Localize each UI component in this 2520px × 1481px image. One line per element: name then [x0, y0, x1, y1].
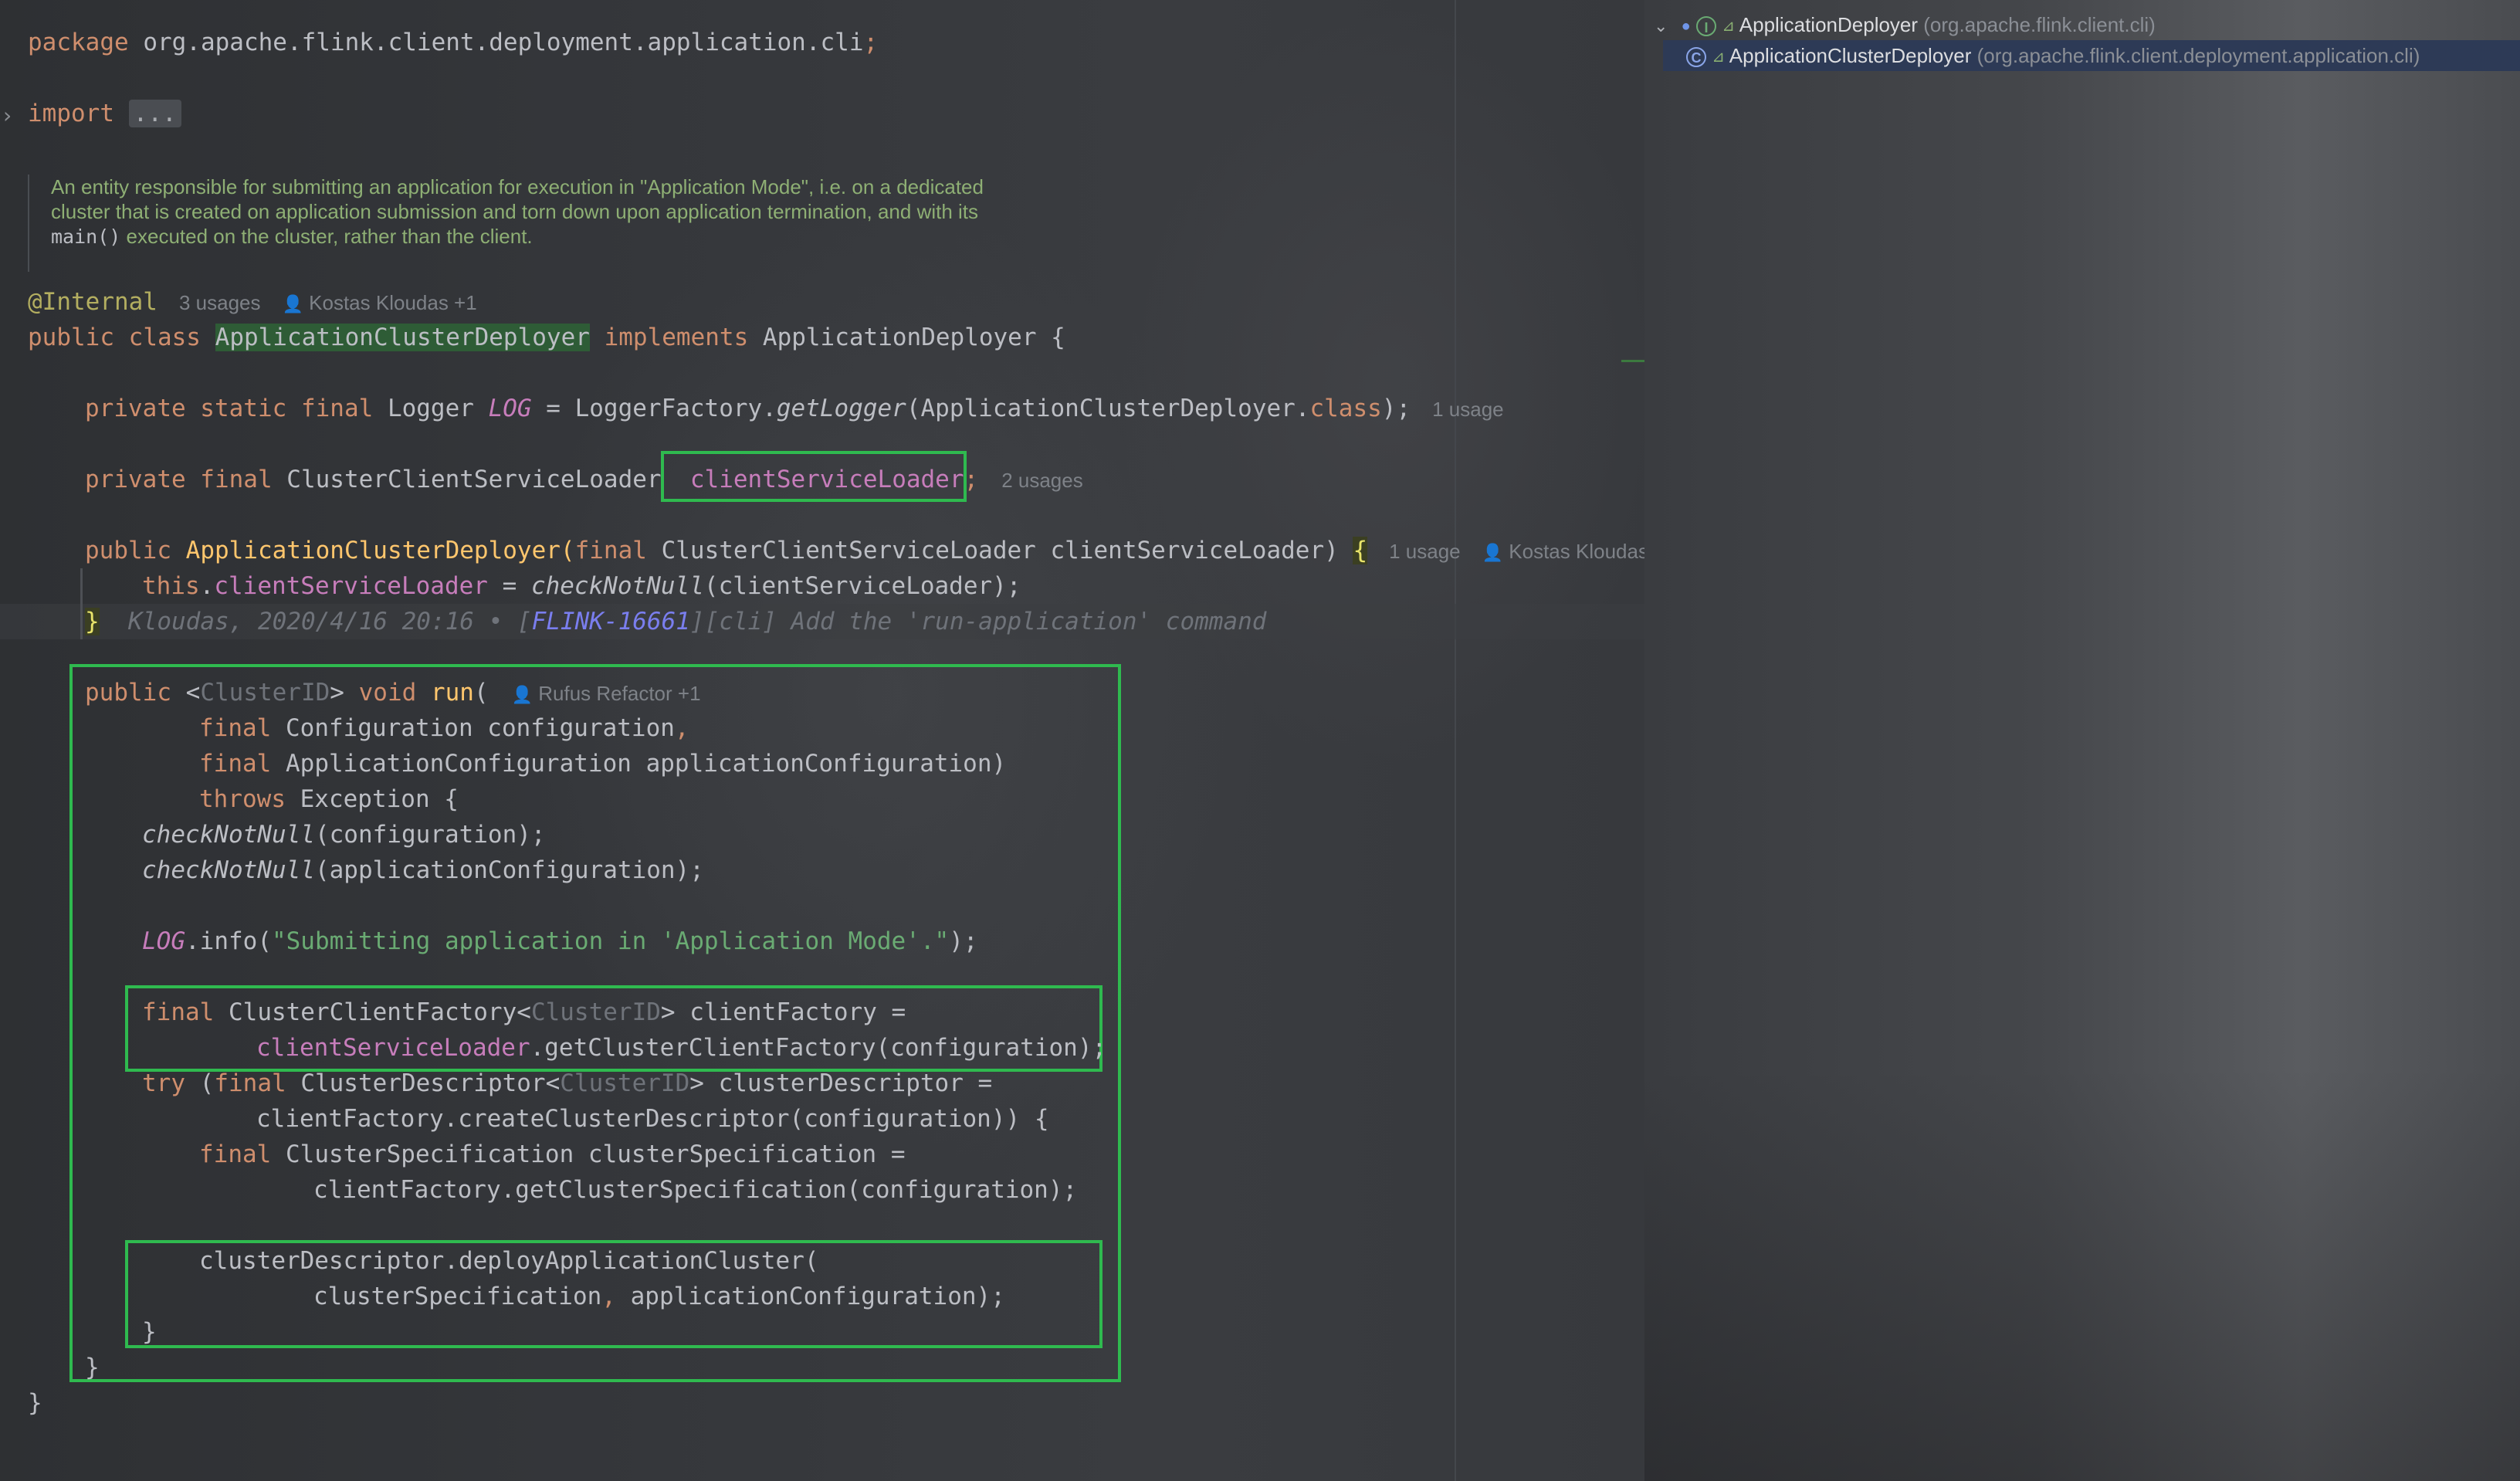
- usages-hint[interactable]: 1 usage: [1432, 398, 1504, 421]
- keyword-package: package: [28, 29, 129, 56]
- log-field[interactable]: LOG: [489, 395, 532, 422]
- logger-field-line: private static final Logger LOG = Logger…: [85, 395, 1504, 422]
- statement-line: final ClusterSpecification clusterSpecif…: [199, 1140, 906, 1168]
- annotation-internal: @Internal: [28, 288, 158, 316]
- editor-right-margin-guide: [1455, 0, 1456, 1481]
- user-icon: 👤: [282, 294, 303, 313]
- keyword-import: import: [28, 100, 114, 127]
- author-hint[interactable]: Rufus Refactor +1: [538, 682, 700, 705]
- param-line: final ApplicationConfiguration applicati…: [199, 750, 1007, 778]
- constructor-name[interactable]: ApplicationClusterDeployer: [186, 537, 561, 564]
- javadoc-code: main(): [51, 225, 121, 248]
- class-declaration: public class ApplicationClusterDeployer …: [28, 324, 1065, 351]
- closing-brace: }: [142, 1318, 157, 1346]
- statement-line: checkNotNull(configuration);: [142, 821, 546, 849]
- hierarchy-item-application-deployer[interactable]: ⌄ ● I ⊿ ApplicationDeployer (org.apache.…: [1654, 9, 2511, 40]
- throws-line: throws Exception {: [199, 785, 459, 813]
- package-line: package org.apache.flink.client.deployme…: [28, 25, 878, 60]
- usages-hint[interactable]: 1 usage: [1389, 540, 1461, 563]
- highlight-box-field: [661, 451, 967, 502]
- class-name[interactable]: ApplicationClusterDeployer: [215, 324, 590, 351]
- statement-line: final ClusterClientFactory<ClusterID> cl…: [142, 998, 906, 1026]
- hierarchy-item-application-cluster-deployer[interactable]: C ⊿ ApplicationClusterDeployer (org.apac…: [1663, 40, 2520, 71]
- folded-imports[interactable]: ...: [128, 100, 181, 127]
- import-line[interactable]: import ...: [28, 96, 181, 131]
- issue-link[interactable]: FLINK-16661: [532, 608, 690, 635]
- class-icon: C: [1686, 47, 1706, 68]
- hierarchy-item-label: ApplicationClusterDeployer: [1729, 44, 1972, 67]
- javadoc-line: cluster that is created on application s…: [51, 200, 979, 223]
- usages-hint[interactable]: 3 usages: [179, 291, 261, 314]
- annotation-line: @Internal 3 usages 👤 Kostas Kloudas +1: [28, 284, 477, 320]
- run-method-signature: public <ClusterID> void run(👤 Rufus Refa…: [85, 679, 701, 707]
- package-name: org.apache.flink.client.deployment.appli…: [128, 29, 864, 56]
- user-icon: 👤: [511, 685, 533, 704]
- try-line: try (final ClusterDescriptor<ClusterID> …: [142, 1069, 993, 1097]
- type-hierarchy-panel: ⌄ ● I ⊿ ApplicationDeployer (org.apache.…: [1644, 0, 2520, 1481]
- author-hint[interactable]: Kostas Kloudas: [1509, 540, 1648, 563]
- indent-guide: [80, 568, 83, 639]
- hierarchy-item-package: (org.apache.flink.client.deployment.appl…: [1971, 44, 2420, 67]
- hierarchy-item-package: (org.apache.flink.client.cli): [1918, 13, 2156, 36]
- fold-arrow-icon[interactable]: ›: [3, 100, 19, 131]
- javadoc-line: An entity responsible for submitting an …: [51, 175, 984, 198]
- hierarchy-item-label: ApplicationDeployer: [1739, 13, 1919, 36]
- statement-line: clientFactory.getClusterSpecification(co…: [313, 1176, 1078, 1204]
- constructor-body-line: this.clientServiceLoader = checkNotNull(…: [142, 572, 1021, 600]
- author-hint[interactable]: Kostas Kloudas +1: [309, 291, 477, 314]
- closing-brace: }: [85, 1354, 100, 1381]
- statement-line: clientServiceLoader.getClusterClientFact…: [256, 1034, 1107, 1062]
- bookmark-dot-icon: ●: [1681, 18, 1691, 36]
- statement-line: clusterSpecification, applicationConfigu…: [313, 1283, 1005, 1310]
- code-editor[interactable]: package org.apache.flink.client.deployme…: [0, 0, 1648, 1481]
- link-icon: ⊿: [1722, 18, 1735, 36]
- constructor-declaration: public ApplicationClusterDeployer(final …: [85, 537, 1648, 564]
- usages-hint[interactable]: 2 usages: [1001, 469, 1083, 492]
- class-closing-brace: }: [28, 1389, 42, 1417]
- interface-name[interactable]: ApplicationDeployer {: [763, 324, 1065, 351]
- closing-brace[interactable]: }: [85, 608, 100, 635]
- semicolon: ;: [863, 29, 879, 56]
- git-blame-annotation: Kloudas, 2020/4/16 20:16 • [: [128, 608, 532, 635]
- change-marker: [1621, 360, 1644, 362]
- link-icon: ⊿: [1712, 49, 1725, 66]
- constructor-close-line: } Kloudas, 2020/4/16 20:16 • [FLINK-1666…: [85, 604, 1266, 639]
- log-statement-line: LOG.info("Submitting application in 'App…: [142, 927, 978, 955]
- user-icon: 👤: [1482, 543, 1504, 562]
- javadoc-comment: An entity responsible for submitting an …: [28, 175, 1363, 272]
- javadoc-line: executed on the cluster, rather than the…: [120, 225, 533, 248]
- statement-line: clientFactory.createClusterDescriptor(co…: [256, 1105, 1049, 1133]
- statement-line: clusterDescriptor.deployApplicationClust…: [199, 1247, 819, 1275]
- statement-line: checkNotNull(applicationConfiguration);: [142, 856, 704, 884]
- run-method-name[interactable]: run: [416, 679, 474, 707]
- param-line: final Configuration configuration,: [199, 714, 689, 742]
- chevron-down-icon[interactable]: ⌄: [1654, 16, 1668, 36]
- git-blame-annotation: ][cli] Add the 'run-application' command: [689, 608, 1267, 635]
- string-literal: "Submitting application in 'Application …: [271, 927, 950, 955]
- interface-icon: I: [1696, 16, 1716, 37]
